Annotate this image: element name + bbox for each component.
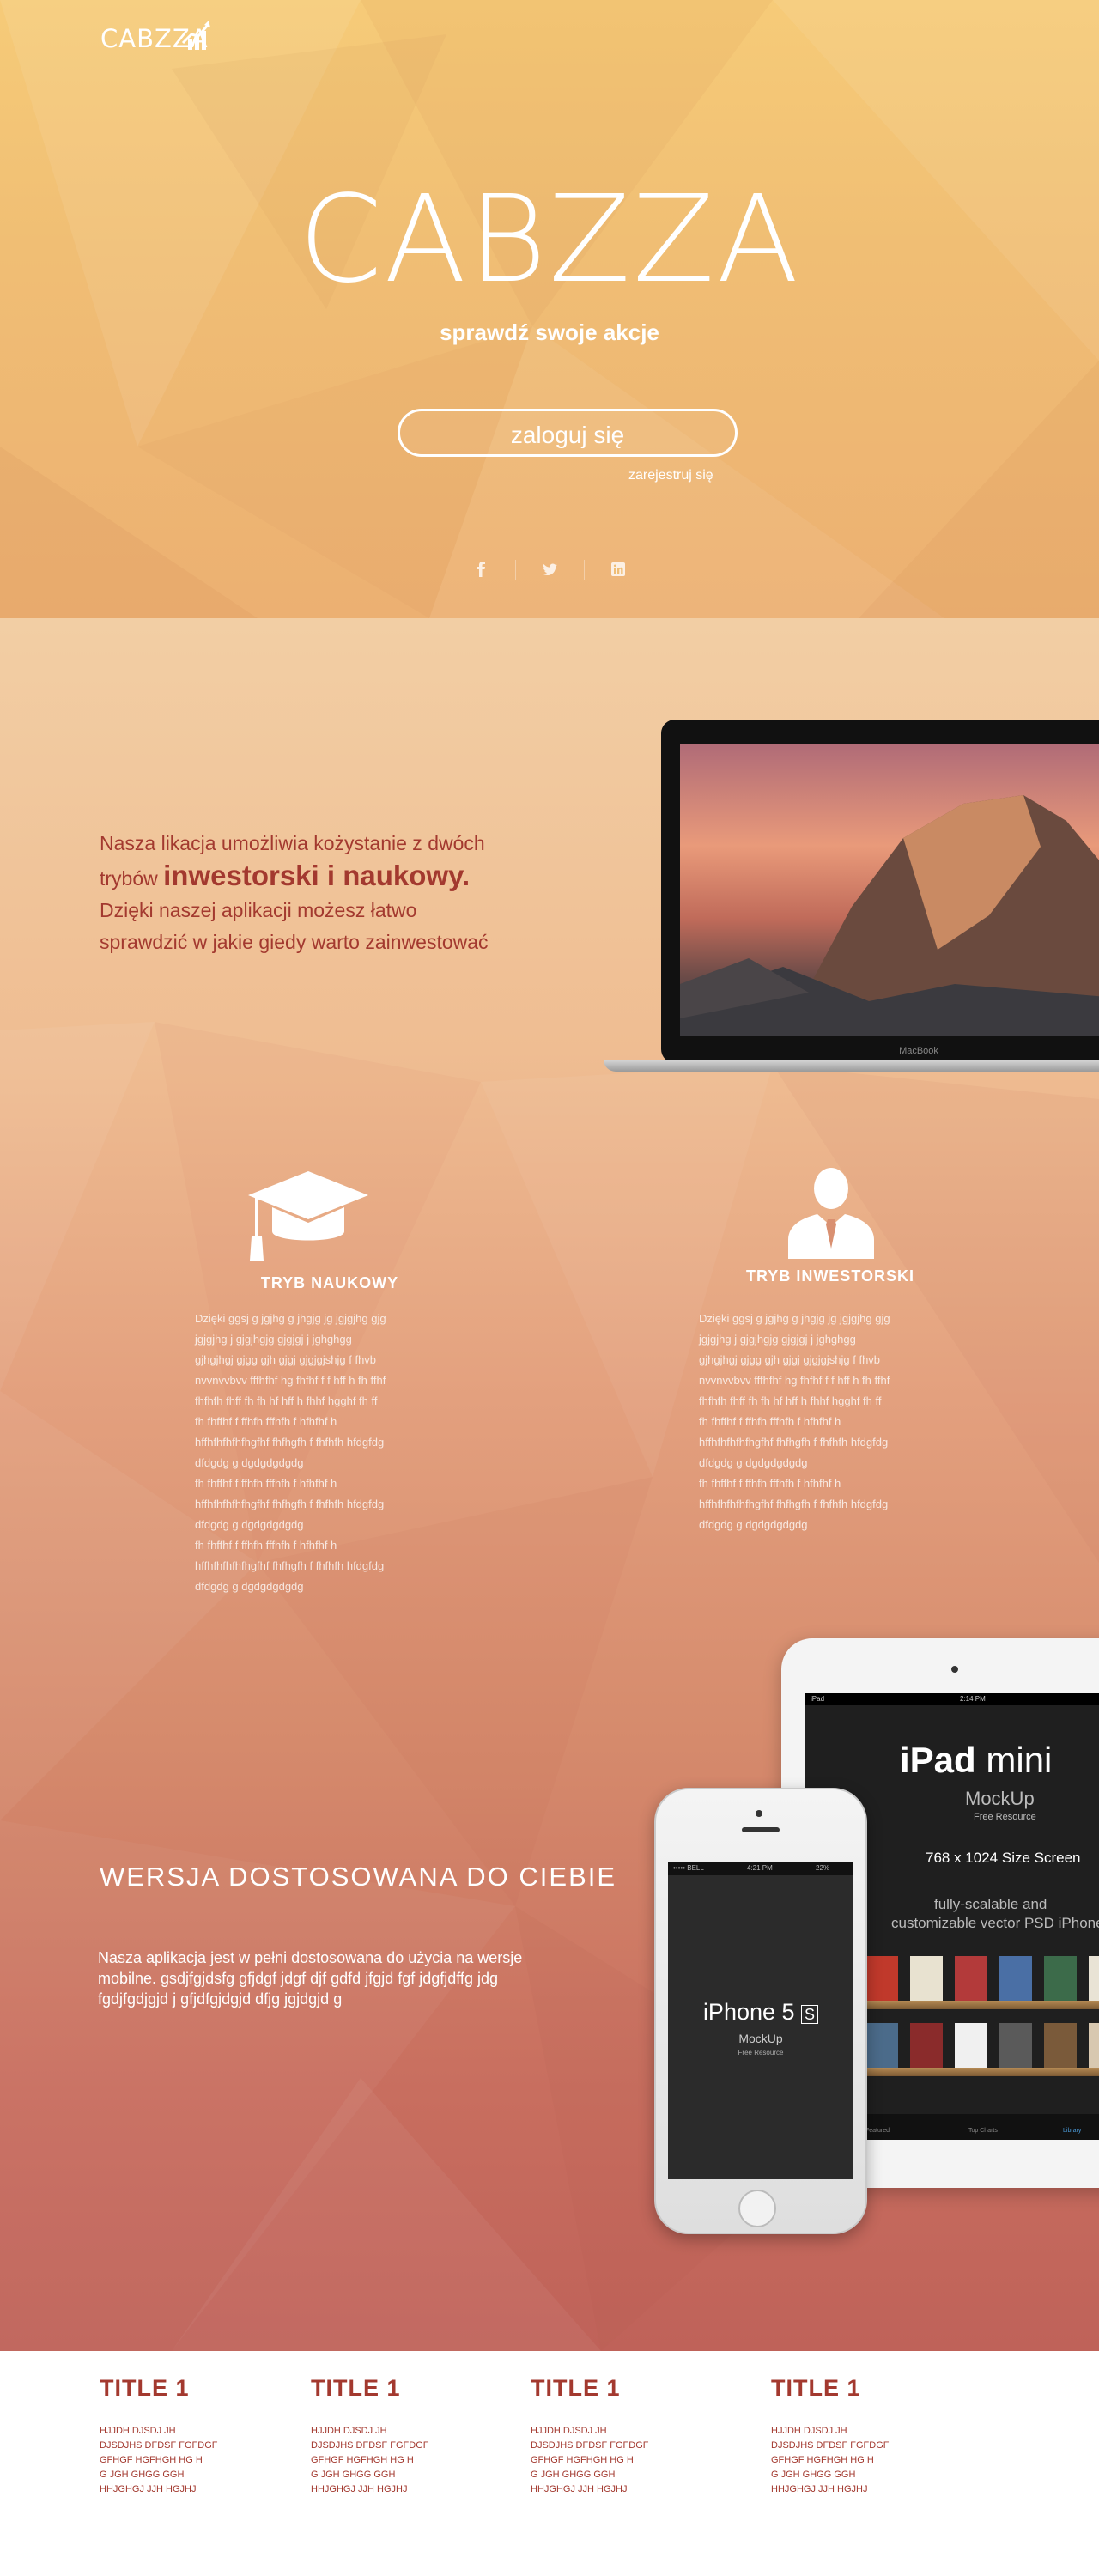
footer-column-text: HJJDH DJSDJ JH DJSDJHS DFDSF FGFDGF GFHG… — [100, 2426, 218, 2494]
iphone-screen: ••••• BELL 4:21 PM 22% iPhone 5 S MockUp… — [668, 1862, 853, 2179]
ipad-description-line-2: customizable vector PSD iPhone — [891, 1915, 1099, 1931]
linkedin-icon[interactable] — [601, 556, 635, 582]
footer-column-text: HJJDH DJSDJ JH DJSDJHS DFDSF FGFDGF GFHG… — [771, 2426, 890, 2494]
mountain-wallpaper — [680, 795, 1099, 1036]
logo-chart-icon — [181, 21, 210, 50]
footer-column-title: TITLE 1 — [771, 2375, 861, 2401]
book-cover — [955, 2023, 987, 2068]
main-section: Nasza likacja umożliwia kożystanie z dwó… — [0, 618, 1099, 2351]
graduation-cap-icon — [248, 1171, 368, 1261]
businessman-icon — [788, 1168, 874, 1259]
iphone-title-badge: S — [801, 2005, 819, 2024]
mode-title: TRYB NAUKOWY — [260, 1274, 399, 1291]
register-link[interactable]: zarejestruj się — [628, 468, 713, 483]
footer-column-title: TITLE 1 — [100, 2375, 190, 2401]
iphone-speaker — [742, 1827, 780, 1832]
intro-modes-highlight: inwestorski i naukowy. — [163, 860, 471, 891]
book-cover — [955, 1956, 987, 2001]
ipad-status-left: iPad — [811, 1695, 825, 1703]
ipad-title-rest: mini — [975, 1740, 1053, 1780]
book-cover — [999, 2023, 1032, 2068]
intro-line-1: Nasza likacja umożliwia kożystanie z dwó… — [100, 832, 485, 854]
iphone-mockup: ••••• BELL 4:21 PM 22% iPhone 5 S MockUp… — [654, 1788, 867, 2234]
intro-line-4: sprawdzić w jakie giedy warto zainwestow… — [100, 931, 489, 953]
iphone-free-label: Free Resource — [738, 2049, 784, 2057]
login-button[interactable]: zaloguj się — [398, 409, 738, 457]
laptop-base — [604, 1060, 1099, 1072]
ipad-status-time: 2:14 PM — [960, 1695, 986, 1703]
iphone-status-time: 4:21 PM — [747, 1864, 773, 1872]
laptop-mockup: MacBook — [604, 720, 1099, 1073]
laptop-screen — [680, 744, 1099, 1036]
ipad-tab: Library — [1063, 2128, 1082, 2134]
footer-column: TITLE 1 HJJDH DJSDJ JH DJSDJHS DFDSF FGF… — [100, 2375, 271, 2497]
footer: TITLE 1 HJJDH DJSDJ JH DJSDJHS DFDSF FGF… — [0, 2351, 1099, 2576]
book-cover — [1044, 1956, 1077, 2001]
laptop-frame: MacBook — [661, 720, 1099, 1063]
social-divider — [515, 560, 516, 580]
facebook-icon[interactable] — [464, 556, 498, 582]
iphone-mockup-label: MockUp — [738, 2032, 783, 2045]
iphone-status-battery: 22% — [816, 1864, 830, 1872]
twitter-icon[interactable] — [532, 556, 567, 582]
mobile-section-title: WERSJA DOSTOSOWANA DO CIEBIE — [100, 1862, 617, 1892]
ipad-camera — [951, 1666, 958, 1673]
ipad-description-line-1: fully-scalable and — [934, 1896, 1047, 1912]
book-cover — [999, 1956, 1032, 2001]
intro-line-2: trybów inwestorski i naukowy. — [100, 860, 598, 895]
ipad-title: iPad mini — [900, 1740, 1052, 1781]
mobile-section-text: Nasza aplikacja jest w pełni dostosowana… — [98, 1949, 523, 2008]
ipad-free-label: Free Resource — [974, 1812, 1036, 1822]
iphone-status-bar: ••••• BELL 4:21 PM 22% — [668, 1862, 853, 1875]
book-cover — [1089, 2023, 1099, 2068]
footer-column: TITLE 1 HJJDH DJSDJ JH DJSDJHS DFDSF FGF… — [531, 2375, 702, 2497]
mode-description: Dzięki ggsj g jgjhg g jhgjg jg jgjgjhg g… — [699, 1312, 890, 1531]
footer-column: TITLE 1 HJJDH DJSDJ JH DJSDJHS DFDSF FGF… — [771, 2375, 943, 2497]
hero-subtitle: sprawdź swoje akcje — [440, 319, 659, 345]
ipad-tab: Featured — [865, 2128, 890, 2134]
intro-line-2-prefix: trybów — [100, 867, 164, 890]
intro-line-3: Dzięki naszej aplikacji możesz łatwo — [100, 899, 417, 921]
iphone-title: iPhone 5 S — [668, 1999, 853, 2026]
book-cover — [1089, 1956, 1099, 2001]
iphone-status-carrier: ••••• BELL — [673, 1864, 704, 1872]
ipad-title-bold: iPad — [900, 1740, 976, 1780]
intro-text: Nasza likacja umożliwia kożystanie z dwó… — [100, 828, 598, 958]
iphone-camera — [756, 1810, 762, 1817]
ipad-size-label: 768 x 1024 Size Screen — [926, 1850, 1081, 1866]
footer-column-text: HJJDH DJSDJ JH DJSDJHS DFDSF FGFDGF GFHG… — [531, 2426, 649, 2494]
book-cover — [910, 1956, 943, 2001]
book-cover — [865, 1956, 898, 2001]
footer-column-title: TITLE 1 — [531, 2375, 621, 2401]
footer-column-text: HJJDH DJSDJ JH DJSDJHS DFDSF FGFDGF GFHG… — [311, 2426, 429, 2494]
iphone-home-button — [738, 2190, 776, 2227]
social-links — [464, 556, 635, 582]
ipad-status-bar: iPad 2:14 PM — [805, 1693, 1099, 1705]
ipad-tab: Top Charts — [968, 2128, 998, 2134]
mode-title: TRYB INWESTORSKI — [745, 1267, 914, 1285]
footer-column: TITLE 1 HJJDH DJSDJ JH DJSDJHS DFDSF FGF… — [311, 2375, 483, 2497]
book-cover — [910, 2023, 943, 2068]
laptop-label: MacBook — [899, 1046, 938, 1056]
book-cover — [865, 2023, 898, 2068]
ipad-mockup-label: MockUp — [965, 1788, 1035, 1809]
book-cover — [1044, 2023, 1077, 2068]
mode-description: Dzięki ggsj g jgjhg g jhgjg jg jgjgjhg g… — [195, 1312, 386, 1593]
hero-section: CABZZA CABZZA sprawdź swoje akcje zalogu… — [0, 0, 1099, 618]
footer-column-title: TITLE 1 — [311, 2375, 401, 2401]
hero-title: CABZZA — [298, 170, 801, 310]
social-divider — [584, 560, 585, 580]
header-logo[interactable]: CABZZA — [100, 21, 210, 53]
iphone-title-text: iPhone 5 — [702, 1999, 795, 2025]
